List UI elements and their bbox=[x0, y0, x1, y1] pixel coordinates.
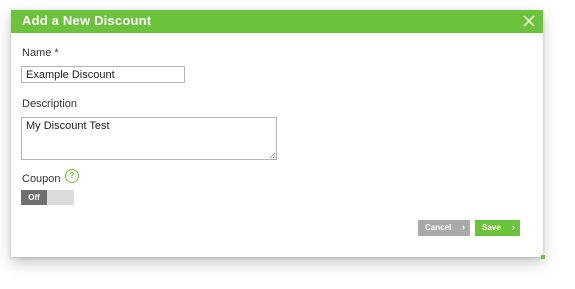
coupon-toggle-label: Off bbox=[21, 190, 47, 205]
close-icon bbox=[523, 15, 535, 27]
screen: Add a New Discount Name * Description My… bbox=[0, 0, 575, 289]
cancel-button-label: Cancel bbox=[425, 223, 452, 232]
resize-grip-icon[interactable] bbox=[269, 152, 276, 159]
close-button[interactable] bbox=[521, 13, 537, 29]
coupon-label: Coupon bbox=[22, 173, 61, 185]
add-discount-dialog: Add a New Discount Name * Description My… bbox=[11, 10, 545, 259]
chevron-right-icon: › bbox=[462, 222, 465, 232]
dialog-header: Add a New Discount bbox=[11, 10, 543, 33]
description-textarea[interactable]: My Discount Test bbox=[21, 117, 277, 160]
dialog-title: Add a New Discount bbox=[22, 13, 152, 28]
help-icon[interactable]: ? bbox=[65, 169, 79, 183]
coupon-toggle[interactable]: Off bbox=[21, 190, 74, 205]
chevron-right-icon: › bbox=[512, 222, 515, 232]
name-input[interactable] bbox=[21, 66, 185, 83]
save-button-label: Save bbox=[482, 223, 501, 232]
cancel-button[interactable]: Cancel › bbox=[418, 220, 470, 236]
name-label: Name * bbox=[22, 47, 59, 59]
save-button[interactable]: Save › bbox=[475, 220, 520, 236]
description-label: Description bbox=[22, 98, 78, 110]
corner-accent bbox=[541, 255, 545, 259]
